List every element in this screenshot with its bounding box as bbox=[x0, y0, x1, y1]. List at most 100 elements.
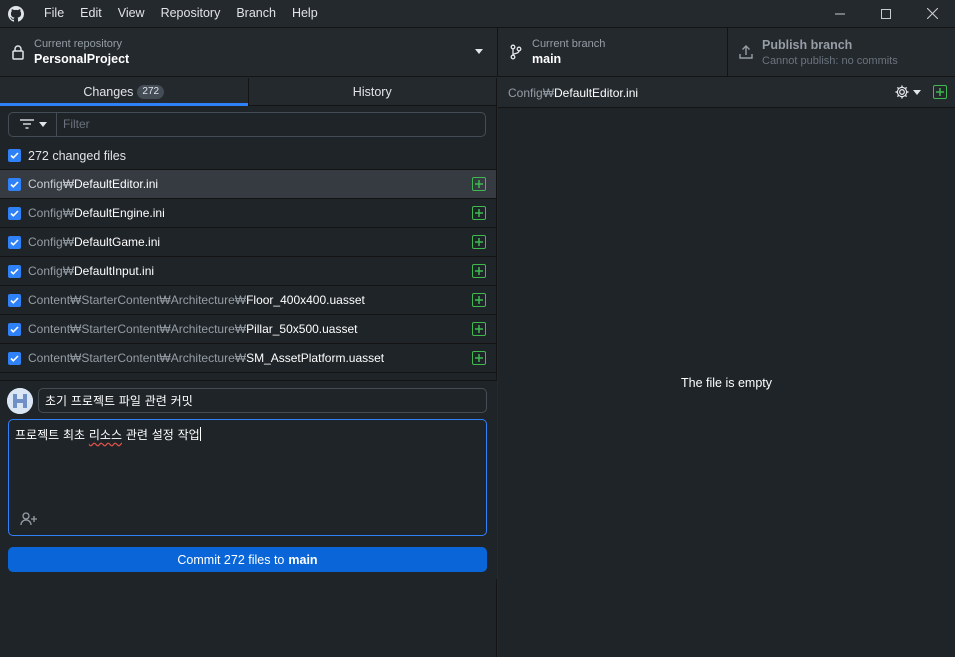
tab-changes[interactable]: Changes 272 bbox=[0, 78, 248, 106]
text-cursor bbox=[199, 427, 201, 441]
file-name: DefaultEngine.ini bbox=[74, 206, 165, 220]
file-name: DefaultGame.ini bbox=[74, 235, 161, 249]
avatar bbox=[7, 387, 33, 414]
file-checkbox[interactable] bbox=[8, 235, 21, 249]
file-added-icon bbox=[472, 206, 486, 220]
diff-path-file: DefaultEditor.ini bbox=[554, 85, 639, 100]
branch-name: main bbox=[532, 51, 562, 66]
close-button[interactable] bbox=[909, 0, 955, 27]
file-checkbox[interactable] bbox=[8, 177, 21, 191]
file-path-dir: Config₩ bbox=[28, 177, 75, 191]
filter-input[interactable] bbox=[57, 117, 485, 131]
filter-box bbox=[8, 111, 486, 137]
file-checkbox[interactable] bbox=[8, 351, 21, 365]
tab-changes-label: Changes bbox=[83, 84, 134, 99]
checkmark-icon bbox=[10, 296, 19, 304]
publish-label: Publish branch bbox=[762, 37, 853, 52]
file-name: DefaultEditor.ini bbox=[74, 177, 159, 191]
chevron-down-icon bbox=[38, 121, 47, 127]
file-path-dir: Content₩StarterContent₩Architecture₩ bbox=[28, 293, 247, 307]
file-added-icon bbox=[472, 235, 486, 249]
commit-button[interactable]: Commit 272 files to main bbox=[8, 547, 487, 572]
add-coauthor-button[interactable] bbox=[19, 511, 39, 527]
current-repository-button[interactable]: Current repository PersonalProject bbox=[0, 28, 498, 76]
diff-settings-button[interactable] bbox=[894, 84, 921, 100]
diff-header: Config₩ DefaultEditor.ini bbox=[498, 78, 955, 108]
file-row[interactable]: Content₩StarterContent₩Architecture₩ Floo… bbox=[0, 286, 496, 315]
current-branch-button[interactable]: Current branch main bbox=[498, 28, 728, 76]
repository-label: Current repository bbox=[34, 37, 123, 50]
file-added-icon bbox=[472, 322, 486, 336]
commit-description-text: 프로젝트 최초 리소스 관련 설정 작업 bbox=[15, 427, 201, 442]
publish-branch-button[interactable]: Publish branch Cannot publish: no commit… bbox=[728, 28, 955, 76]
file-name: DefaultInput.ini bbox=[74, 264, 155, 278]
file-path-dir: Content₩StarterContent₩Architecture₩ bbox=[28, 322, 247, 336]
checkmark-icon bbox=[10, 180, 19, 188]
file-added-icon bbox=[472, 177, 486, 191]
file-added-icon bbox=[933, 85, 947, 99]
diff-pane: Config₩ DefaultEditor.ini The file is emp… bbox=[498, 78, 955, 657]
file-path-dir: Config₩ bbox=[28, 206, 75, 220]
maximize-button[interactable] bbox=[863, 0, 909, 27]
file-checkbox[interactable] bbox=[8, 206, 21, 220]
checkmark-icon bbox=[10, 209, 19, 217]
checkmark-icon bbox=[10, 267, 19, 275]
menu-help[interactable]: Help bbox=[284, 0, 326, 27]
chevron-down-icon bbox=[913, 89, 921, 95]
checkmark-icon bbox=[10, 354, 19, 362]
file-row[interactable]: Content₩StarterContent₩Architecture₩ SM_A… bbox=[0, 344, 496, 373]
select-all-row[interactable]: 272 changed files bbox=[0, 142, 496, 170]
spellcheck-word: 리소스 bbox=[88, 428, 122, 442]
commit-button-label: Commit 272 files to bbox=[177, 552, 285, 567]
file-added-icon bbox=[472, 264, 486, 278]
title-bar: File Edit View Repository Branch Help bbox=[0, 0, 955, 27]
file-added-icon bbox=[472, 351, 486, 365]
file-row[interactable]: Config₩ DefaultEditor.ini bbox=[0, 170, 496, 199]
toolbar: Current repository PersonalProject Curre… bbox=[0, 27, 955, 77]
commit-summary-input[interactable]: 초기 프로젝트 파일 관련 커밋 bbox=[38, 388, 487, 413]
lock-icon bbox=[10, 44, 26, 60]
checkmark-icon bbox=[10, 238, 19, 246]
diff-path-dir: Config₩ bbox=[508, 85, 555, 100]
file-checkbox[interactable] bbox=[8, 322, 21, 336]
file-added-icon bbox=[472, 293, 486, 307]
maximize-icon bbox=[881, 8, 891, 19]
file-checkbox[interactable] bbox=[8, 293, 21, 307]
menu-branch[interactable]: Branch bbox=[228, 0, 284, 27]
github-logo-icon bbox=[8, 5, 24, 22]
close-icon bbox=[926, 8, 938, 19]
menu-view[interactable]: View bbox=[110, 0, 153, 27]
file-name: Pillar_50x500.uasset bbox=[246, 322, 358, 336]
empty-file-message: The file is empty bbox=[680, 375, 772, 390]
diff-body: The file is empty bbox=[498, 108, 955, 657]
repository-name: PersonalProject bbox=[34, 51, 130, 66]
file-row[interactable]: Content₩StarterContent₩Architecture₩ Pill… bbox=[0, 315, 496, 344]
file-row[interactable]: Config₩ DefaultGame.ini bbox=[0, 228, 496, 257]
menu-repository[interactable]: Repository bbox=[153, 0, 229, 27]
filter-row bbox=[0, 106, 496, 142]
tab-history-label: History bbox=[352, 84, 392, 99]
checkmark-icon bbox=[10, 152, 19, 159]
file-path-dir: Config₩ bbox=[28, 264, 75, 278]
commit-button-branch: main bbox=[288, 552, 318, 567]
file-checkbox[interactable] bbox=[8, 264, 21, 278]
file-row[interactable]: Config₩ DefaultInput.ini bbox=[0, 257, 496, 286]
window-controls bbox=[817, 0, 955, 27]
filter-icon bbox=[19, 119, 34, 129]
upload-icon bbox=[738, 44, 754, 60]
git-branch-icon bbox=[508, 44, 524, 60]
menu-file[interactable]: File bbox=[36, 0, 72, 27]
file-name: SM_AssetPlatform.uasset bbox=[246, 351, 385, 365]
menu-edit[interactable]: Edit bbox=[72, 0, 110, 27]
tab-history[interactable]: History bbox=[247, 78, 497, 105]
chevron-down-icon bbox=[475, 49, 483, 54]
filter-options-button[interactable] bbox=[9, 112, 57, 136]
commit-description-input[interactable]: 프로젝트 최초 리소스 관련 설정 작업 bbox=[8, 419, 487, 536]
select-all-checkbox[interactable] bbox=[8, 149, 21, 162]
file-row[interactable]: Config₩ DefaultEngine.ini bbox=[0, 199, 496, 228]
commit-panel: 초기 프로젝트 파일 관련 커밋 프로젝트 최초 리소스 관련 설정 작업 Co… bbox=[0, 380, 497, 579]
gear-icon bbox=[895, 85, 909, 99]
minimize-button[interactable] bbox=[817, 0, 863, 27]
branch-label: Current branch bbox=[532, 37, 606, 50]
file-path-dir: Config₩ bbox=[28, 235, 75, 249]
